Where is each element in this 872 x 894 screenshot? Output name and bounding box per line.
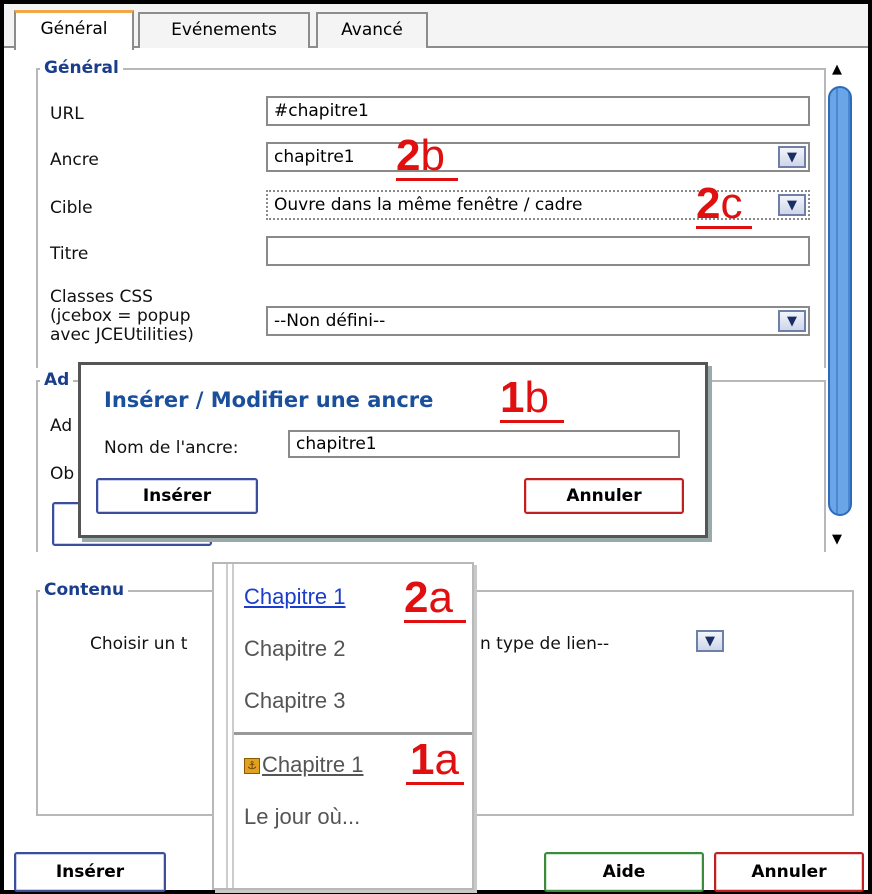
anchor-insert-label: Insérer xyxy=(142,486,212,506)
anchor-icon: ⚓ xyxy=(244,758,260,774)
annotation-letter: c xyxy=(720,179,743,228)
title-label: Titre xyxy=(50,244,89,264)
annotation-number: 2 xyxy=(396,131,421,180)
general-legend: Général xyxy=(40,58,123,78)
anchor-select[interactable]: chapitre1 xyxy=(266,142,810,172)
target-value: Ouvre dans la même fenêtre / cadre xyxy=(274,195,583,215)
chevron-down-icon[interactable]: ▼ xyxy=(778,194,806,216)
hidden-row-label: Ob xyxy=(50,464,75,484)
css-label-line: (jcebox = popup xyxy=(50,306,191,326)
css-classes-label: Classes CSS (jcebox = popup avec JCEUtil… xyxy=(50,288,194,345)
annotation-letter: a xyxy=(434,735,459,784)
scrollbar-thumb[interactable] xyxy=(828,86,852,516)
title-input[interactable] xyxy=(266,236,810,266)
annotation-underline xyxy=(404,620,466,623)
annotation-letter: a xyxy=(428,573,453,622)
menu-item-chapitre-3[interactable]: Chapitre 3 xyxy=(244,688,346,714)
annotation-letter: b xyxy=(420,131,445,180)
advanced-legend: Ad xyxy=(40,370,74,390)
css-label-line: Classes CSS xyxy=(50,287,153,307)
anchor-dialog-title: Insérer / Modifier une ancre xyxy=(104,388,434,412)
annotation-2c: 2c xyxy=(696,182,742,226)
chevron-down-icon[interactable]: ▼ xyxy=(778,146,806,168)
annotation-number: 2 xyxy=(404,573,429,622)
annotation-2a: 2a xyxy=(404,576,453,620)
url-value: #chapitre1 xyxy=(274,101,369,121)
url-label: URL xyxy=(50,104,84,124)
menu-item-anchor-chapitre-1[interactable]: Chapitre 1 xyxy=(262,752,364,778)
tab-advanced[interactable]: Avancé xyxy=(316,12,428,48)
anchor-cancel-label: Annuler xyxy=(566,486,642,506)
insert-button-label: Insérer xyxy=(55,862,125,882)
annotation-1a: 1a xyxy=(410,738,459,782)
anchor-value: chapitre1 xyxy=(274,147,355,167)
annotation-number: 2 xyxy=(696,179,721,228)
arrow-up-icon[interactable]: ▲ xyxy=(832,62,842,77)
menu-item-chapitre-1[interactable]: Chapitre 1 xyxy=(244,584,346,610)
anchor-cancel-button[interactable]: Annuler xyxy=(524,478,684,514)
menu-tree-line xyxy=(226,564,234,888)
annotation-underline xyxy=(406,782,464,785)
tab-label: Avancé xyxy=(341,20,403,40)
hidden-row-label: Ad xyxy=(50,416,73,436)
tab-label: Général xyxy=(40,19,108,39)
anchor-insert-button[interactable]: Insérer xyxy=(96,478,258,514)
chevron-down-icon[interactable]: ▼ xyxy=(696,630,724,652)
choose-link-type-label: Choisir un t xyxy=(90,634,188,654)
annotation-letter: b xyxy=(524,373,549,422)
annotation-1b: 1b xyxy=(500,376,549,420)
cancel-button[interactable]: Annuler xyxy=(714,852,864,892)
help-button-label: Aide xyxy=(602,862,646,882)
chevron-down-icon[interactable]: ▼ xyxy=(778,310,806,332)
annotation-number: 1 xyxy=(410,735,435,784)
menu-item-chapitre-2[interactable]: Chapitre 2 xyxy=(244,636,346,662)
tab-events[interactable]: Evénements xyxy=(138,12,310,48)
css-label-line: avec JCEUtilities) xyxy=(50,325,194,345)
content-legend: Contenu xyxy=(40,580,129,600)
cancel-button-label: Annuler xyxy=(751,862,827,882)
annotation-underline xyxy=(396,178,458,181)
css-value: --Non défini-- xyxy=(274,311,386,331)
anchor-name-input[interactable]: chapitre1 xyxy=(288,430,680,458)
menu-item-le-jour-ou[interactable]: Le jour où... xyxy=(244,804,360,830)
annotation-number: 1 xyxy=(500,373,525,422)
insert-button[interactable]: Insérer xyxy=(14,852,166,892)
anchor-name-label: Nom de l'ancre: xyxy=(104,438,239,458)
anchor-label: Ancre xyxy=(50,150,99,170)
css-classes-select[interactable]: --Non défini-- xyxy=(266,306,810,336)
arrow-down-icon[interactable]: ▼ xyxy=(832,532,842,547)
help-button[interactable]: Aide xyxy=(544,852,704,892)
tab-general[interactable]: Général xyxy=(14,10,134,50)
anchor-name-value: chapitre1 xyxy=(296,434,377,454)
tab-label: Evénements xyxy=(171,20,277,40)
url-input[interactable]: #chapitre1 xyxy=(266,96,810,126)
link-type-value: n type de lien-- xyxy=(480,634,610,654)
target-label: Cible xyxy=(50,198,93,218)
annotation-2b: 2b xyxy=(396,134,445,178)
annotation-underline xyxy=(696,226,752,229)
annotation-underline xyxy=(500,420,564,423)
